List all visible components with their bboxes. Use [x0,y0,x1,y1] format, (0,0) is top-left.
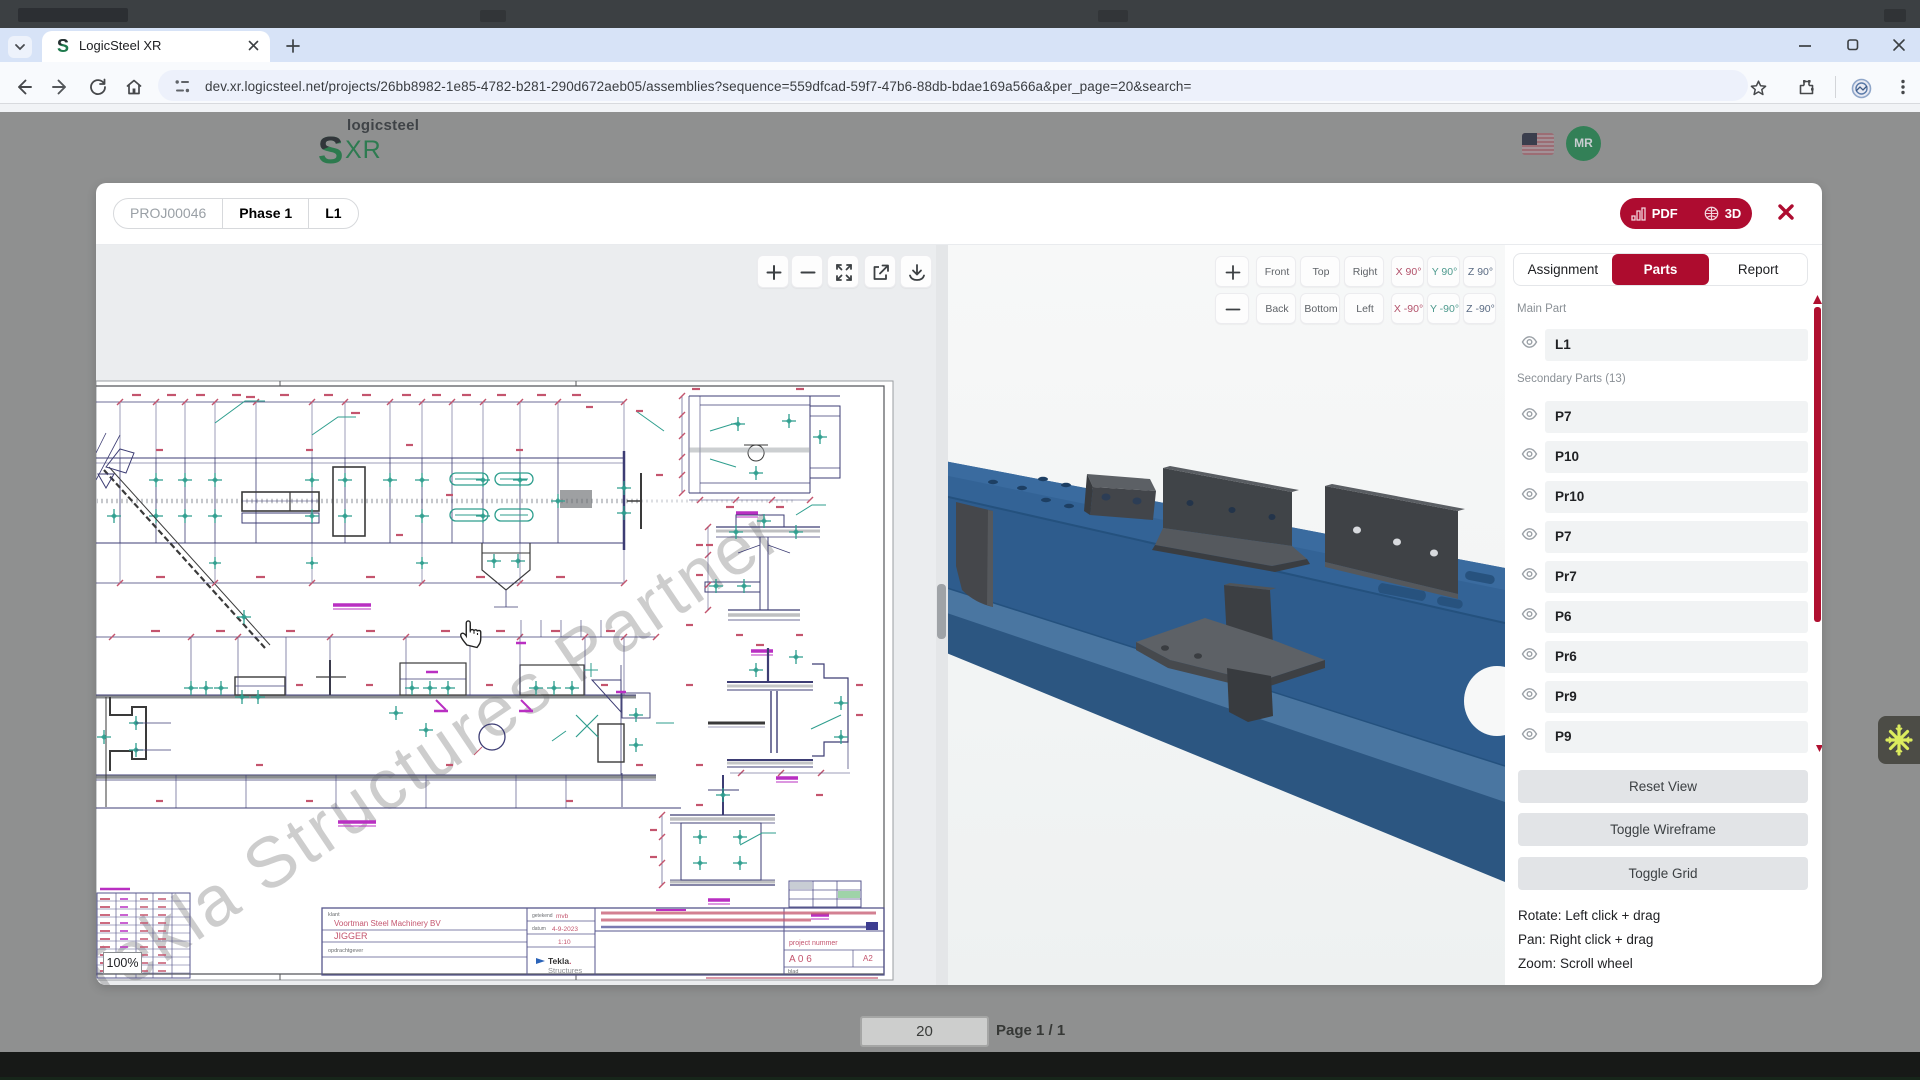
svg-text:1:10: 1:10 [558,939,571,946]
svg-text:A 0 6: A 0 6 [789,954,812,965]
svg-text:Tekla.: Tekla. [548,956,571,966]
svg-text:klant: klant [328,912,340,918]
svg-text:datum: datum [532,926,546,932]
svg-text:project nummer: project nummer [789,940,838,947]
svg-text:getekend: getekend [532,913,553,919]
svg-text:blad: blad [788,969,798,975]
svg-text:Voortman Steel Machinery BV: Voortman Steel Machinery BV [334,919,441,928]
svg-text:Structures: Structures [548,966,582,975]
svg-text:4-9-2023: 4-9-2023 [552,926,578,933]
svg-text:mvb: mvb [556,913,569,920]
svg-text:A2: A2 [863,954,873,963]
svg-text:JIGGER: JIGGER [334,931,368,941]
svg-text:opdrachtgever: opdrachtgever [328,948,363,954]
